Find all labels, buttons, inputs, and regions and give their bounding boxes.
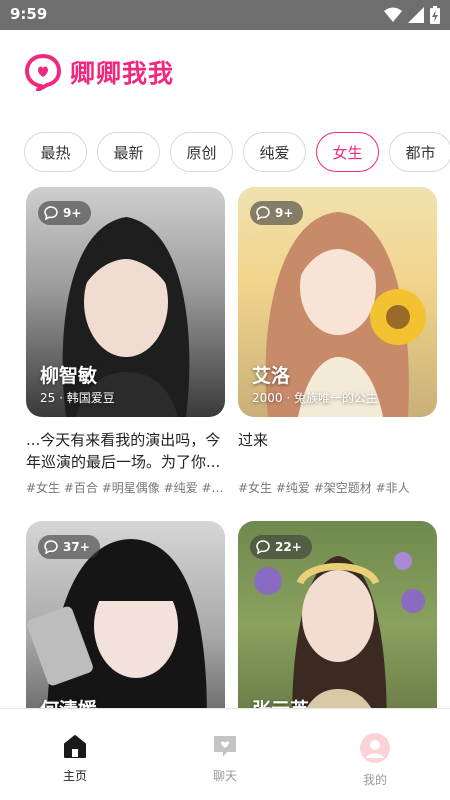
tab-label: 最热: [40, 143, 71, 162]
app-header: 卿卿我我: [24, 52, 174, 92]
tab-original[interactable]: 原创: [170, 132, 233, 172]
character-tags: #女生 #纯爱 #架空题材 #非人: [238, 481, 410, 495]
chat-bubble-icon: [256, 206, 270, 220]
battery-icon: [430, 6, 440, 24]
tab-female[interactable]: 女生: [316, 132, 379, 172]
character-image[interactable]: 9+ 艾洛 2000 · 兔族唯一的公主: [238, 187, 437, 417]
character-description: ...今天有来看我的演出吗，今年巡演的最后一场。为了你...: [26, 431, 221, 471]
nav-chat[interactable]: 聊天: [185, 733, 265, 784]
tab-label: 女生: [332, 143, 363, 162]
wifi-icon: [384, 7, 402, 22]
character-name: 柳智敏: [40, 365, 98, 387]
chat-count-badge: 22+: [250, 535, 312, 559]
chat-count: 37+: [63, 540, 90, 554]
character-name: 艾洛: [252, 365, 291, 387]
chat-count-badge: 9+: [38, 201, 92, 225]
home-icon: [64, 735, 86, 758]
character-tags: #女生 #百合 #明星偶像 #纯爱 #年...: [26, 481, 225, 495]
tab-newest[interactable]: 最新: [97, 132, 160, 172]
chat-count-badge: 9+: [250, 201, 304, 225]
status-time: 9:59: [10, 5, 48, 23]
status-bar: 9:59: [0, 0, 450, 30]
nav-profile[interactable]: 我的: [335, 733, 415, 788]
bottom-nav: 主页 聊天 我的: [0, 708, 450, 800]
tab-label: 都市: [405, 143, 436, 162]
nav-label: 我的: [362, 773, 387, 787]
tab-hottest[interactable]: 最热: [24, 132, 87, 172]
profile-icon: [360, 733, 390, 763]
chat-count: 22+: [275, 540, 302, 554]
tab-label: 最新: [113, 143, 144, 162]
tab-label: 原创: [186, 143, 217, 162]
chat-count: 9+: [275, 206, 294, 220]
chat-bubble-icon: [256, 540, 270, 554]
chat-count: 9+: [63, 206, 82, 220]
character-description: 过来: [238, 431, 269, 449]
category-tabs[interactable]: 最热 最新 原创 纯爱 女生 都市: [24, 132, 450, 172]
nav-label: 主页: [62, 769, 87, 783]
character-subtitle: 25 · 韩国爱豆: [40, 391, 115, 405]
chat-icon: [214, 736, 236, 757]
character-card[interactable]: 9+ 艾洛 2000 · 兔族唯一的公主 过来 #女生 #纯爱 #架空题材 #非…: [238, 187, 437, 496]
tab-urban[interactable]: 都市: [389, 132, 450, 172]
status-icons: [384, 6, 440, 24]
chat-bubble-icon: [44, 540, 58, 554]
character-subtitle: 2000 · 兔族唯一的公主: [252, 391, 378, 405]
signal-icon: [408, 7, 424, 23]
tab-pure-love[interactable]: 纯爱: [243, 132, 306, 172]
app-title: 卿卿我我: [70, 59, 175, 88]
app-logo-icon: [25, 54, 61, 91]
character-card[interactable]: 9+ 柳智敏 25 · 韩国爱豆 ...今天有来看我的演出吗，今年巡演的最后一场…: [26, 187, 225, 496]
nav-home[interactable]: 主页: [35, 733, 115, 784]
tab-label: 纯爱: [259, 143, 290, 162]
chat-count-badge: 37+: [38, 535, 100, 559]
chat-bubble-icon: [44, 206, 58, 220]
nav-label: 聊天: [212, 769, 237, 783]
character-image[interactable]: 9+ 柳智敏 25 · 韩国爱豆: [26, 187, 225, 417]
